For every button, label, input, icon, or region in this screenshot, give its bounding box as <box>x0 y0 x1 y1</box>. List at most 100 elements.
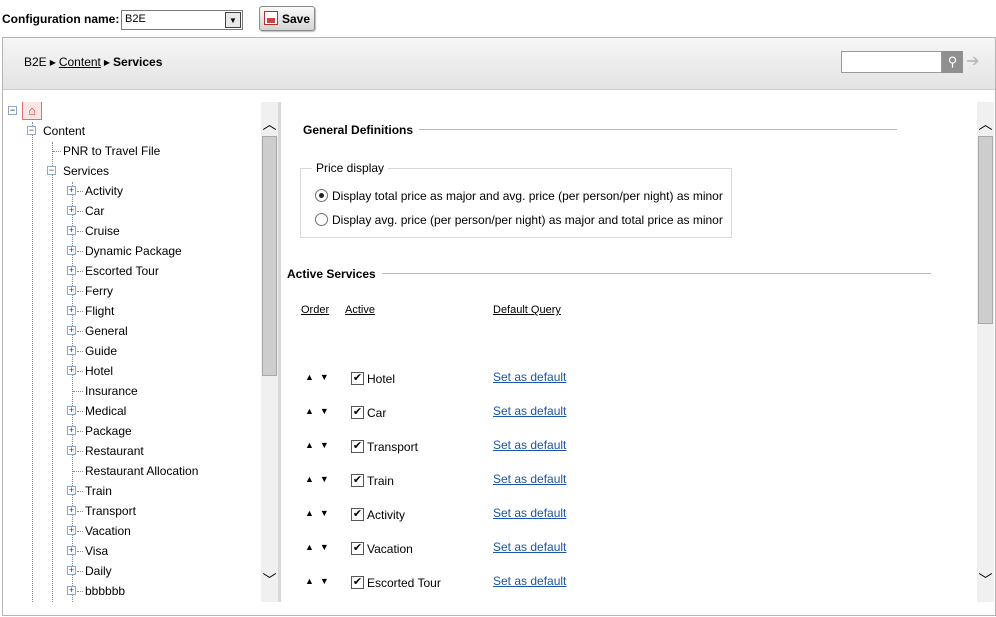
move-down-icon[interactable]: ▼ <box>320 576 335 586</box>
expand-icon[interactable]: + <box>67 286 76 295</box>
radio-unselected-icon[interactable] <box>315 213 328 226</box>
breadcrumb-content-link[interactable]: Content <box>59 55 101 69</box>
move-up-icon[interactable]: ▲ <box>305 576 320 586</box>
config-name-label: Configuration name: <box>2 12 120 26</box>
expand-icon[interactable]: + <box>67 486 76 495</box>
order-arrows: ▲▼ <box>305 440 335 450</box>
tree-item-label: Package <box>85 424 132 438</box>
active-checkbox[interactable]: ✔ <box>351 406 364 419</box>
tree-connector <box>77 211 83 212</box>
tree-item-label: Visa <box>85 544 109 558</box>
tree-connector <box>73 471 83 472</box>
expand-icon[interactable]: + <box>67 446 76 455</box>
tree-item-label: Cruise <box>85 224 120 238</box>
active-checkbox[interactable]: ✔ <box>351 474 364 487</box>
scroll-up-icon[interactable]: ︿ <box>977 116 994 132</box>
collapse-icon[interactable]: − <box>27 126 36 135</box>
radio-selected-icon[interactable] <box>315 189 328 202</box>
set-as-default-link[interactable]: Set as default <box>493 472 566 486</box>
home-icon[interactable]: ⌂ <box>22 102 42 120</box>
tree-scrollbar[interactable]: ︿ ﹀ <box>261 102 278 602</box>
set-as-default-link[interactable]: Set as default <box>493 506 566 520</box>
collapse-icon[interactable]: − <box>8 106 17 115</box>
arrow-right-icon[interactable]: ➔ <box>963 51 983 73</box>
tree-connector <box>77 371 83 372</box>
move-down-icon[interactable]: ▼ <box>320 474 335 484</box>
tree-connector <box>77 491 83 492</box>
panel-splitter[interactable] <box>278 102 281 602</box>
expand-icon[interactable]: + <box>67 346 76 355</box>
scroll-down-icon[interactable]: ﹀ <box>977 572 994 588</box>
tree-item-label: Vacation <box>85 524 131 538</box>
expand-icon[interactable]: + <box>67 426 76 435</box>
tree-item-label: Daily <box>85 564 112 578</box>
tree-connector <box>77 531 83 532</box>
service-name: Escorted Tour <box>367 576 441 590</box>
active-checkbox[interactable]: ✔ <box>351 576 364 589</box>
expand-icon[interactable]: + <box>67 546 76 555</box>
search-input[interactable] <box>841 51 942 73</box>
config-name-select[interactable]: B2E ▼ <box>121 10 243 30</box>
scroll-down-icon[interactable]: ﹀ <box>261 572 278 588</box>
header-bar: B2E ▶ Content ▶ Services ⚲ ➔ <box>3 38 995 90</box>
set-as-default-link[interactable]: Set as default <box>493 370 566 384</box>
tree-line <box>52 142 53 602</box>
set-as-default-link[interactable]: Set as default <box>493 540 566 554</box>
expand-icon[interactable]: + <box>67 566 76 575</box>
tree-item-label: General <box>85 324 128 338</box>
move-up-icon[interactable]: ▲ <box>305 508 320 518</box>
active-checkbox[interactable]: ✔ <box>351 372 364 385</box>
move-down-icon[interactable]: ▼ <box>320 542 335 552</box>
save-button[interactable]: Save <box>259 6 315 31</box>
order-arrows: ▲▼ <box>305 474 335 484</box>
expand-icon[interactable]: + <box>67 306 76 315</box>
move-up-icon[interactable]: ▲ <box>305 406 320 416</box>
expand-icon[interactable]: + <box>67 526 76 535</box>
tree-connector <box>77 231 83 232</box>
navigation-tree: − ⌂ − Content PNR to Travel File − Servi… <box>3 102 261 602</box>
price-option-total-major[interactable]: Display total price as major and avg. pr… <box>315 189 723 203</box>
expand-icon[interactable]: + <box>67 326 76 335</box>
order-arrows: ▲▼ <box>305 542 335 552</box>
active-checkbox[interactable]: ✔ <box>351 542 364 555</box>
expand-icon[interactable]: + <box>67 366 76 375</box>
set-as-default-link[interactable]: Set as default <box>493 574 566 588</box>
scroll-up-icon[interactable]: ︿ <box>261 116 278 132</box>
expand-icon[interactable]: + <box>67 406 76 415</box>
tree-item-label: PNR to Travel File <box>63 144 161 158</box>
expand-icon[interactable]: + <box>67 586 76 595</box>
expand-icon[interactable]: + <box>67 206 76 215</box>
expand-icon[interactable]: + <box>67 246 76 255</box>
set-as-default-link[interactable]: Set as default <box>493 404 566 418</box>
move-down-icon[interactable]: ▼ <box>320 508 335 518</box>
set-as-default-link[interactable]: Set as default <box>493 438 566 452</box>
tree-item-label: Guide <box>85 344 118 358</box>
tree-connector <box>77 591 83 592</box>
move-down-icon[interactable]: ▼ <box>320 440 335 450</box>
content-scrollbar[interactable]: ︿ ﹀ <box>977 102 994 602</box>
move-down-icon[interactable]: ▼ <box>320 406 335 416</box>
active-services-title: Active Services <box>287 267 382 281</box>
expand-icon[interactable]: + <box>67 226 76 235</box>
active-checkbox[interactable]: ✔ <box>351 440 364 453</box>
tree-connector <box>53 151 61 152</box>
content-scrollbar-thumb[interactable] <box>978 136 993 324</box>
move-up-icon[interactable]: ▲ <box>305 542 320 552</box>
move-up-icon[interactable]: ▲ <box>305 440 320 450</box>
move-up-icon[interactable]: ▲ <box>305 474 320 484</box>
active-checkbox[interactable]: ✔ <box>351 508 364 521</box>
expand-icon[interactable]: + <box>67 266 76 275</box>
tree-line <box>32 122 33 602</box>
tree-scrollbar-thumb[interactable] <box>262 136 277 376</box>
expand-icon[interactable]: + <box>67 506 76 515</box>
move-down-icon[interactable]: ▼ <box>320 372 335 382</box>
service-row: ▲▼ ✔ Vacation Set as default <box>283 540 975 560</box>
service-row: ▲▼ ✔ Car Set as default <box>283 404 975 424</box>
move-up-icon[interactable]: ▲ <box>305 372 320 382</box>
search-icon[interactable]: ⚲ <box>942 51 963 73</box>
chevron-down-icon[interactable]: ▼ <box>225 12 241 28</box>
expand-icon[interactable]: + <box>67 186 76 195</box>
price-option-avg-major[interactable]: Display avg. price (per person/per night… <box>315 213 723 227</box>
collapse-icon[interactable]: − <box>47 166 56 175</box>
main-frame: B2E ▶ Content ▶ Services ⚲ ➔ − ⌂ − Content P… <box>2 37 996 616</box>
